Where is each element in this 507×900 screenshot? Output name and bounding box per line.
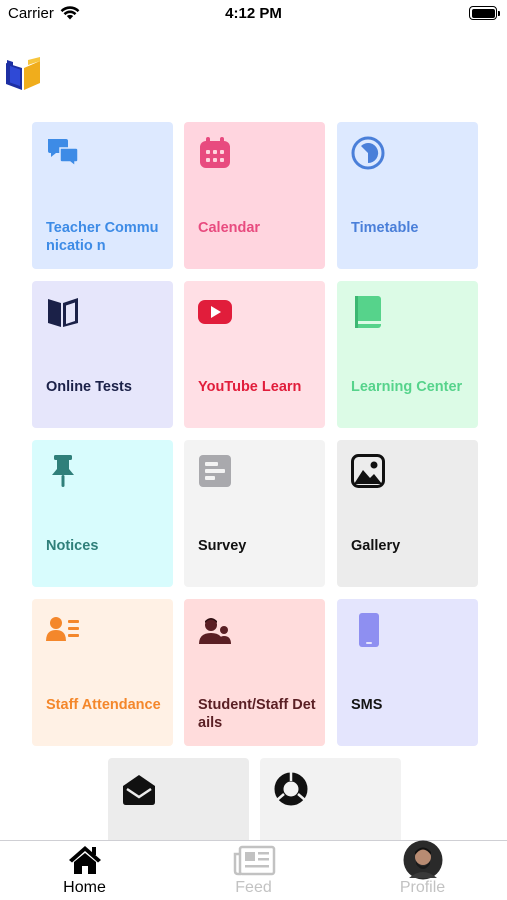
- bottom-tab-bar: Home Feed Profile: [0, 840, 507, 900]
- app-logo-icon: [6, 57, 40, 90]
- pin-icon: [52, 455, 74, 487]
- green-book-icon: [355, 296, 381, 328]
- chat-bubbles-icon: [48, 139, 79, 168]
- tile-label: Gallery: [351, 538, 401, 554]
- status-bar: Carrier 4:12 PM: [0, 0, 507, 30]
- tab-label: Feed: [235, 879, 272, 896]
- tile-label: Online Tests: [46, 379, 132, 395]
- tab-label: Home: [63, 879, 106, 896]
- tab-feed[interactable]: Feed: [169, 841, 338, 900]
- tile-youtube-learn[interactable]: YouTube Learn: [184, 281, 325, 428]
- tile-label: Notices: [46, 538, 99, 554]
- tab-label: Profile: [399, 879, 446, 896]
- tile-teacher-communication[interactable]: Teacher Communicatio n: [32, 122, 173, 269]
- tile-timetable[interactable]: Timetable: [337, 122, 478, 269]
- phone-icon: [359, 613, 379, 647]
- people-icon: [199, 618, 231, 644]
- tile-label: Teacher Communicatio n: [46, 220, 159, 254]
- tile-gallery[interactable]: Gallery: [337, 440, 478, 587]
- tile-notices[interactable]: Notices: [32, 440, 173, 587]
- status-time: 4:12 PM: [225, 5, 282, 22]
- tile-label: Timetable: [351, 220, 419, 236]
- tile-label: Student/Staff Details: [198, 697, 316, 731]
- battery-icon: [469, 6, 500, 20]
- tile-sms[interactable]: SMS: [337, 599, 478, 746]
- image-icon: [351, 454, 385, 488]
- youtube-icon: [198, 300, 232, 324]
- tile-learning-center[interactable]: Learning Center: [337, 281, 478, 428]
- tile-online-tests[interactable]: Online Tests: [32, 281, 173, 428]
- tile-label: Calendar: [198, 220, 261, 236]
- tab-home[interactable]: Home: [0, 841, 169, 900]
- newspaper-icon: [233, 845, 275, 876]
- survey-doc-icon: [199, 455, 231, 487]
- tile-label: SMS: [351, 697, 383, 713]
- tile-calendar[interactable]: Calendar: [184, 122, 325, 269]
- avatar-icon: [403, 840, 442, 880]
- envelope-open-icon: [123, 775, 155, 805]
- book-icon: [48, 298, 78, 327]
- clock-icon: [351, 136, 385, 170]
- calendar-icon: [200, 137, 230, 168]
- home-icon: [68, 846, 101, 874]
- tab-profile[interactable]: Profile: [338, 840, 507, 900]
- tile-label: Survey: [198, 538, 247, 554]
- tile-student-staff-details[interactable]: Student/Staff Details: [184, 599, 325, 746]
- tile-staff-attendance[interactable]: Staff Attendance: [32, 599, 173, 746]
- tile-survey[interactable]: Survey: [184, 440, 325, 587]
- tile-label: YouTube Learn: [198, 379, 302, 395]
- tile-label: Staff Attendance: [46, 697, 161, 713]
- tile-label: Learning Center: [351, 379, 463, 395]
- donut-chart-icon: [274, 772, 308, 806]
- id-card-icon: [46, 617, 79, 641]
